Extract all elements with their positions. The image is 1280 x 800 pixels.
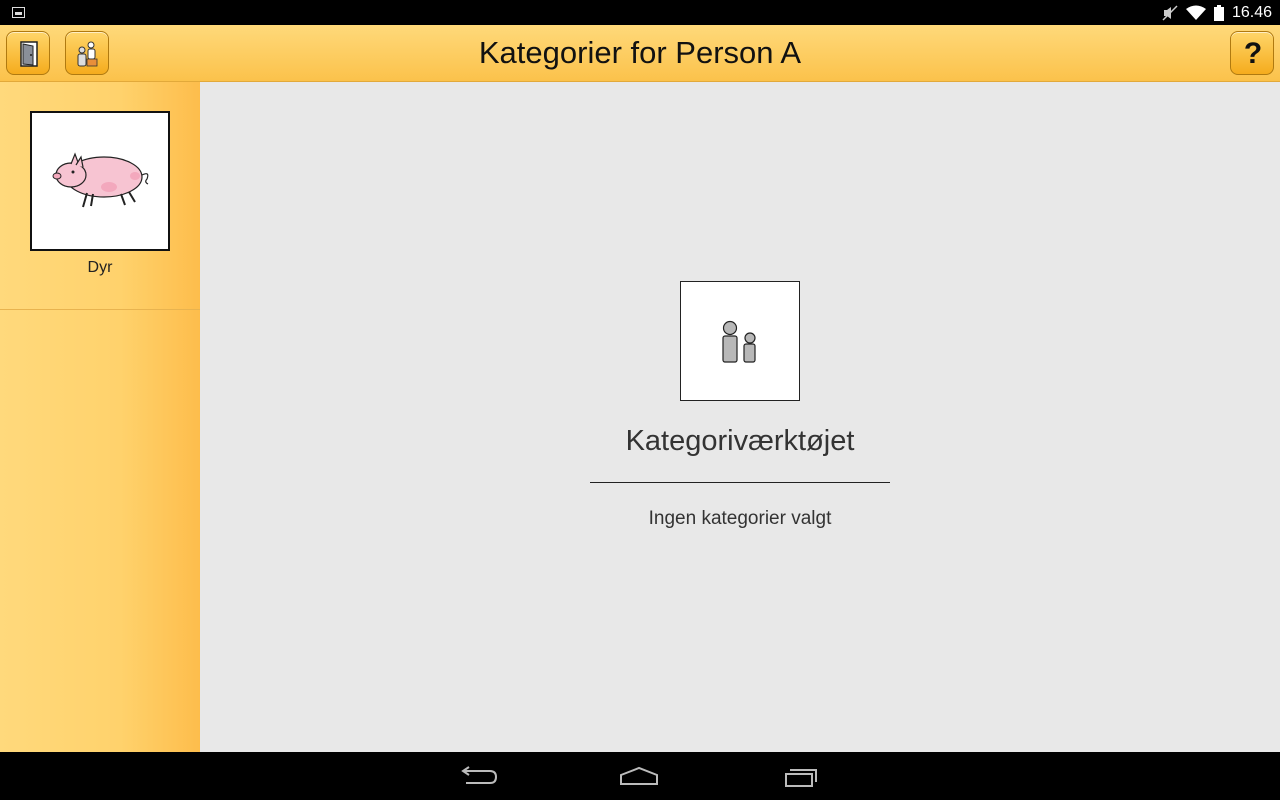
pig-icon	[52, 152, 149, 208]
divider	[590, 482, 890, 483]
help-button[interactable]: ?	[1230, 31, 1274, 75]
persons-button[interactable]	[65, 31, 109, 75]
home-button[interactable]	[614, 762, 664, 792]
sidebar-item-label: Dyr	[87, 259, 113, 276]
exit-door-icon	[20, 41, 38, 67]
home-icon	[620, 766, 658, 785]
main-panel: Kategoriværktøjet Ingen kategorier valgt	[200, 82, 1280, 752]
back-icon	[461, 766, 498, 784]
status-icons: 16.46	[1162, 0, 1272, 25]
tool-title: Kategoriværktøjet	[625, 425, 855, 457]
page-title: Kategorier for Person A	[478, 35, 802, 70]
tool-icon-box	[680, 281, 800, 401]
back-button[interactable]	[452, 762, 502, 792]
mute-icon	[1162, 4, 1178, 21]
system-nav-bar	[0, 752, 1280, 800]
help-icon: ?	[1243, 37, 1263, 70]
persons-icon	[77, 41, 98, 67]
persons-icon	[722, 320, 756, 363]
category-pictogram	[30, 111, 170, 251]
image-notification-icon	[12, 7, 25, 18]
category-sidebar: Dyr	[0, 82, 200, 752]
exit-button[interactable]	[6, 31, 50, 75]
recent-apps-button[interactable]	[776, 762, 826, 792]
wifi-icon	[1185, 5, 1206, 20]
status-time: 16.46	[1231, 3, 1272, 21]
action-bar: Kategorier for Person A ?	[0, 25, 1280, 82]
sidebar-item-dyr[interactable]: Dyr	[0, 82, 200, 310]
battery-icon	[1213, 4, 1224, 21]
recent-apps-icon	[785, 769, 817, 787]
status-bar: 16.46	[0, 0, 1280, 25]
empty-state-text: Ingen kategorier valgt	[648, 508, 832, 529]
